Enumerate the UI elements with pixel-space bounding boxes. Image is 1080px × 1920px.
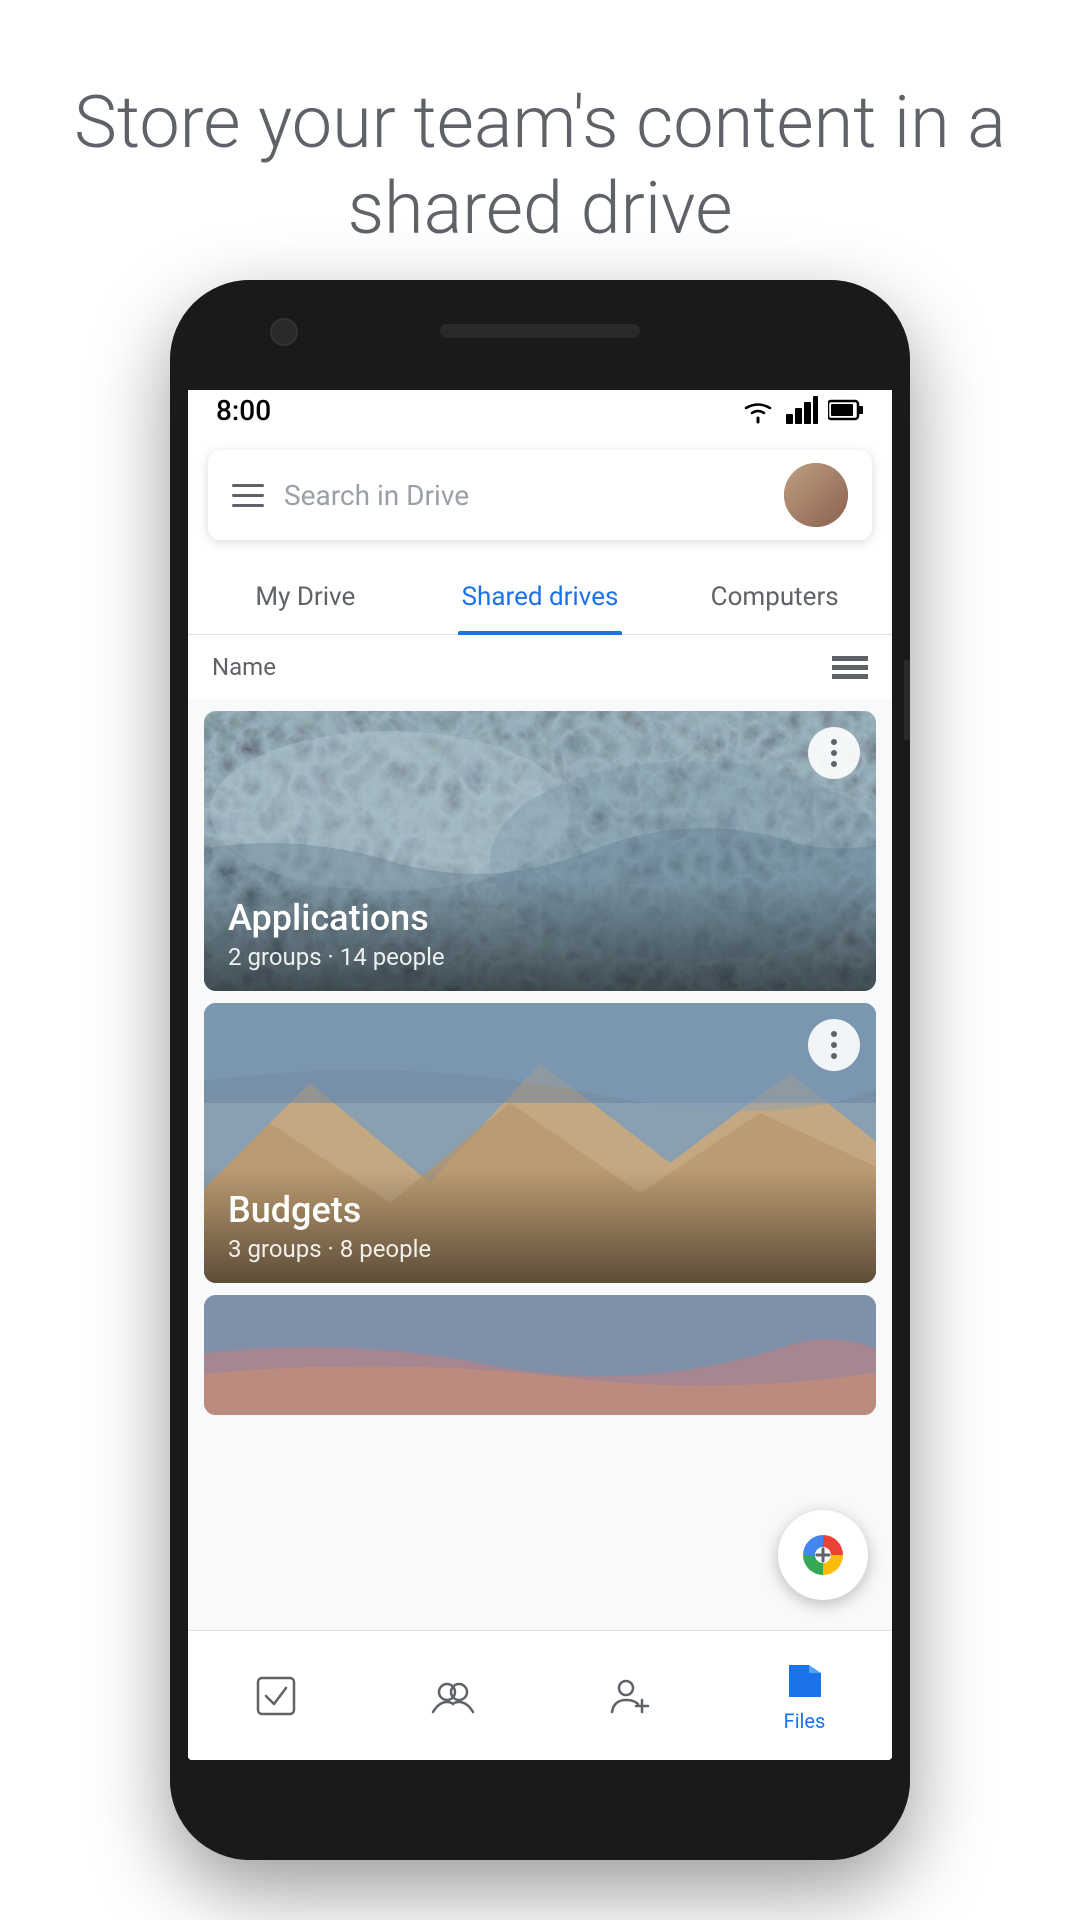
files-label: Files — [784, 1709, 826, 1733]
card-subtitle-applications: 2 groups · 14 people — [228, 943, 852, 971]
nav-item-shared[interactable] — [588, 1664, 672, 1728]
battery-icon — [828, 396, 864, 424]
phone-bottom-bar — [170, 1760, 910, 1860]
google-plus-icon — [798, 1530, 848, 1580]
sort-row: Name — [188, 635, 892, 699]
activity-icon — [429, 1674, 477, 1718]
hero-text: Store your team's content in a shared dr… — [0, 0, 1080, 313]
card-title-budgets: Budgets — [228, 1189, 852, 1231]
search-placeholder: Search in Drive — [284, 479, 764, 512]
three-dots-icon — [831, 739, 837, 767]
avatar-image — [784, 463, 848, 527]
wifi-icon — [740, 396, 776, 424]
shared-icon — [608, 1674, 652, 1718]
card-menu-button-budgets[interactable] — [808, 1019, 860, 1071]
screen-content: 8:00 — [188, 380, 892, 1760]
tab-shared-drives[interactable]: Shared drives — [423, 560, 658, 634]
drive-card-third[interactable] — [204, 1295, 876, 1415]
status-time: 8:00 — [216, 394, 271, 427]
status-icons — [740, 396, 864, 424]
hamburger-menu-icon[interactable] — [232, 484, 264, 507]
signal-icon — [786, 396, 818, 424]
tab-my-drive[interactable]: My Drive — [188, 560, 423, 634]
user-avatar[interactable] — [784, 463, 848, 527]
nav-item-activity[interactable] — [409, 1664, 497, 1728]
card-bg-third — [204, 1295, 876, 1415]
drive-card-budgets[interactable]: Budgets 3 groups · 8 people — [204, 1003, 876, 1283]
card-overlay-applications: Applications 2 groups · 14 people — [204, 877, 876, 991]
files-icon — [783, 1659, 827, 1703]
card-subtitle-budgets: 3 groups · 8 people — [228, 1235, 852, 1263]
list-view-toggle[interactable] — [832, 656, 868, 679]
tab-bar: My Drive Shared drives Computers — [188, 560, 892, 635]
card-menu-button-applications[interactable] — [808, 727, 860, 779]
phone-side-button — [904, 660, 910, 740]
card-overlay-budgets: Budgets 3 groups · 8 people — [204, 1169, 876, 1283]
phone-frame: 8:00 — [170, 280, 910, 1860]
nav-item-files[interactable]: Files — [763, 1649, 847, 1743]
phone-speaker — [440, 324, 640, 338]
three-dots-icon-budgets — [831, 1031, 837, 1059]
sky-texture — [204, 1295, 876, 1415]
drives-list: Applications 2 groups · 14 people — [188, 699, 892, 1760]
nav-item-priority[interactable] — [234, 1664, 318, 1728]
tab-computers[interactable]: Computers — [657, 560, 892, 634]
bottom-nav: Files — [188, 1630, 892, 1760]
sort-label: Name — [212, 653, 276, 681]
drive-card-applications[interactable]: Applications 2 groups · 14 people — [204, 711, 876, 991]
priority-icon — [254, 1674, 298, 1718]
phone-screen: 8:00 — [188, 380, 892, 1760]
fab-button[interactable] — [778, 1510, 868, 1600]
card-title-applications: Applications — [228, 897, 852, 939]
search-bar[interactable]: Search in Drive — [208, 450, 872, 540]
phone-top-bar — [170, 280, 910, 390]
phone-camera — [270, 318, 298, 346]
